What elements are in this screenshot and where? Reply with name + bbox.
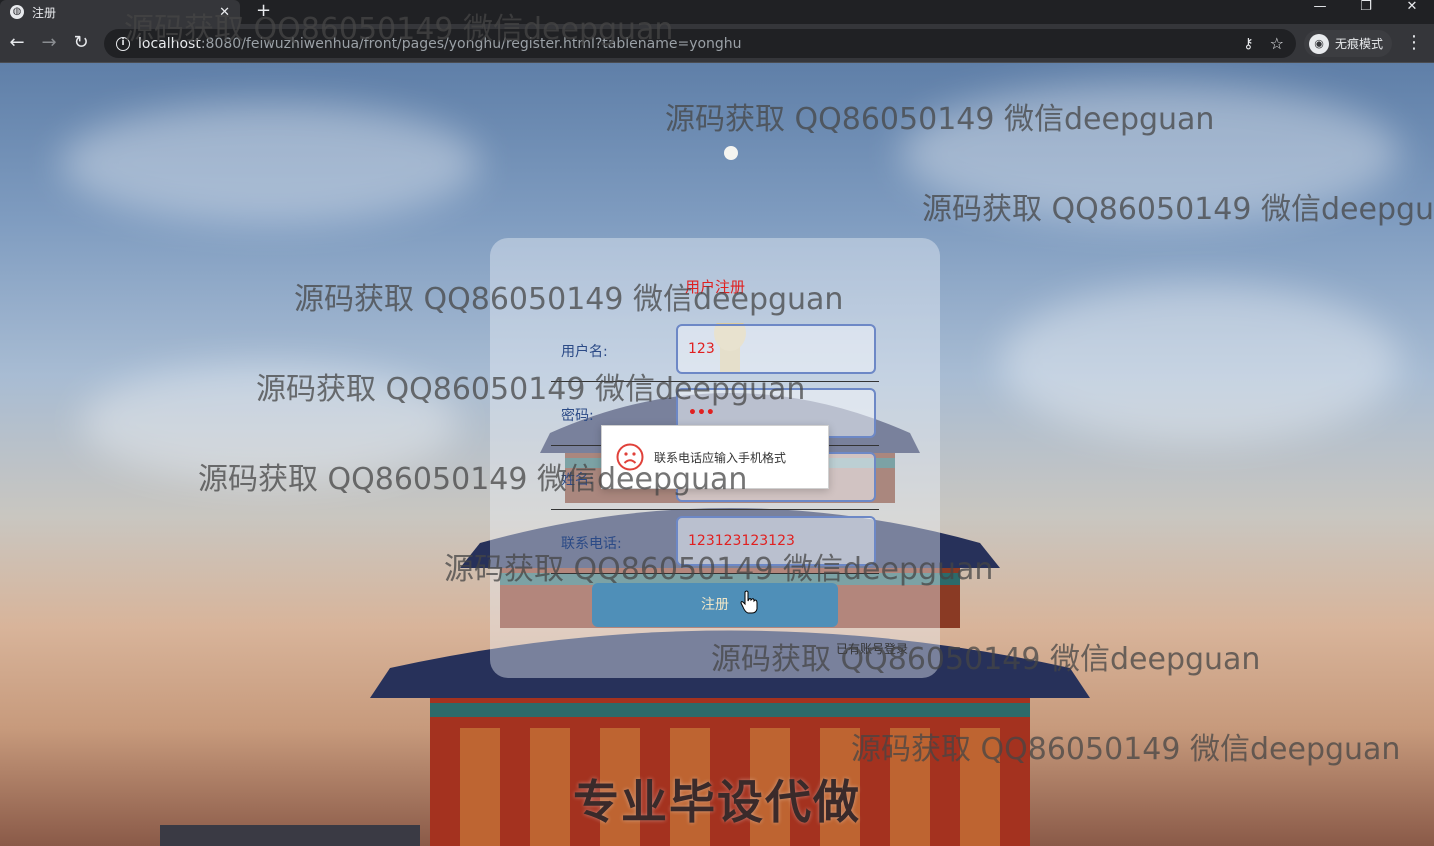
name-label: 姓名: (561, 472, 594, 488)
incognito-indicator[interactable]: ◉ 无痕模式 (1304, 30, 1392, 57)
username-input[interactable]: 123 (676, 324, 876, 374)
new-tab-button[interactable]: + (256, 1, 271, 21)
tab-close-icon[interactable]: ✕ (219, 5, 230, 20)
bookmark-star-icon[interactable]: ☆ (1270, 34, 1284, 53)
globe-icon: ◍ (10, 5, 24, 19)
register-button[interactable]: 注册 (592, 583, 838, 627)
key-icon[interactable]: ⚷ (1243, 36, 1253, 52)
phone-label: 联系电话: (561, 536, 622, 552)
reload-button[interactable]: ↻ (70, 32, 92, 54)
address-bar[interactable]: i localhost:8080/feiwuzhiwenhua/front/pa… (104, 29, 1296, 58)
browser-tab[interactable]: ◍ 注册 ✕ (0, 0, 240, 24)
cloud (60, 103, 480, 223)
phone-input[interactable]: 123123123123 (676, 516, 876, 566)
password-label: 密码: (561, 408, 594, 424)
tab-strip: ◍ 注册 ✕ + — ❐ ✕ (0, 0, 1434, 24)
tab-title: 注册 (32, 5, 57, 20)
sad-face-icon (616, 443, 644, 471)
incognito-label: 无痕模式 (1335, 37, 1384, 51)
url-host: localhost (138, 35, 201, 52)
row-divider (551, 573, 879, 574)
register-title: 用户注册 (684, 278, 745, 296)
moon (724, 146, 738, 160)
site-info-icon[interactable]: i (116, 36, 130, 51)
cloud (900, 83, 1400, 223)
login-link[interactable]: 已有账号登录 (836, 640, 908, 657)
browser-toolbar: ← → ↻ i localhost:8080/feiwuzhiwenhua/fr… (0, 24, 1434, 63)
url-path: :8080/feiwuzhiwenhua/front/pages/yonghu/… (200, 35, 742, 52)
promo-banner: 专业毕设代做 (573, 775, 861, 829)
window-close-button[interactable]: ✕ (1392, 0, 1432, 24)
row-divider (551, 381, 879, 382)
hand-cursor-icon (740, 590, 758, 614)
restore-button[interactable]: ❐ (1346, 0, 1386, 24)
toast-message: 联系电话应输入手机格式 (654, 450, 787, 465)
validation-toast: 联系电话应输入手机格式 (601, 425, 829, 489)
row-divider (551, 509, 879, 510)
minimize-button[interactable]: — (1300, 0, 1340, 24)
forward-button[interactable]: → (38, 32, 60, 54)
back-button[interactable]: ← (6, 32, 28, 54)
incognito-icon: ◉ (1309, 33, 1329, 54)
url-text[interactable]: localhost:8080/feiwuzhiwenhua/front/page… (138, 36, 1243, 52)
username-label: 用户名: (561, 344, 608, 360)
browser-menu-icon[interactable]: ⋮ (1404, 32, 1424, 54)
